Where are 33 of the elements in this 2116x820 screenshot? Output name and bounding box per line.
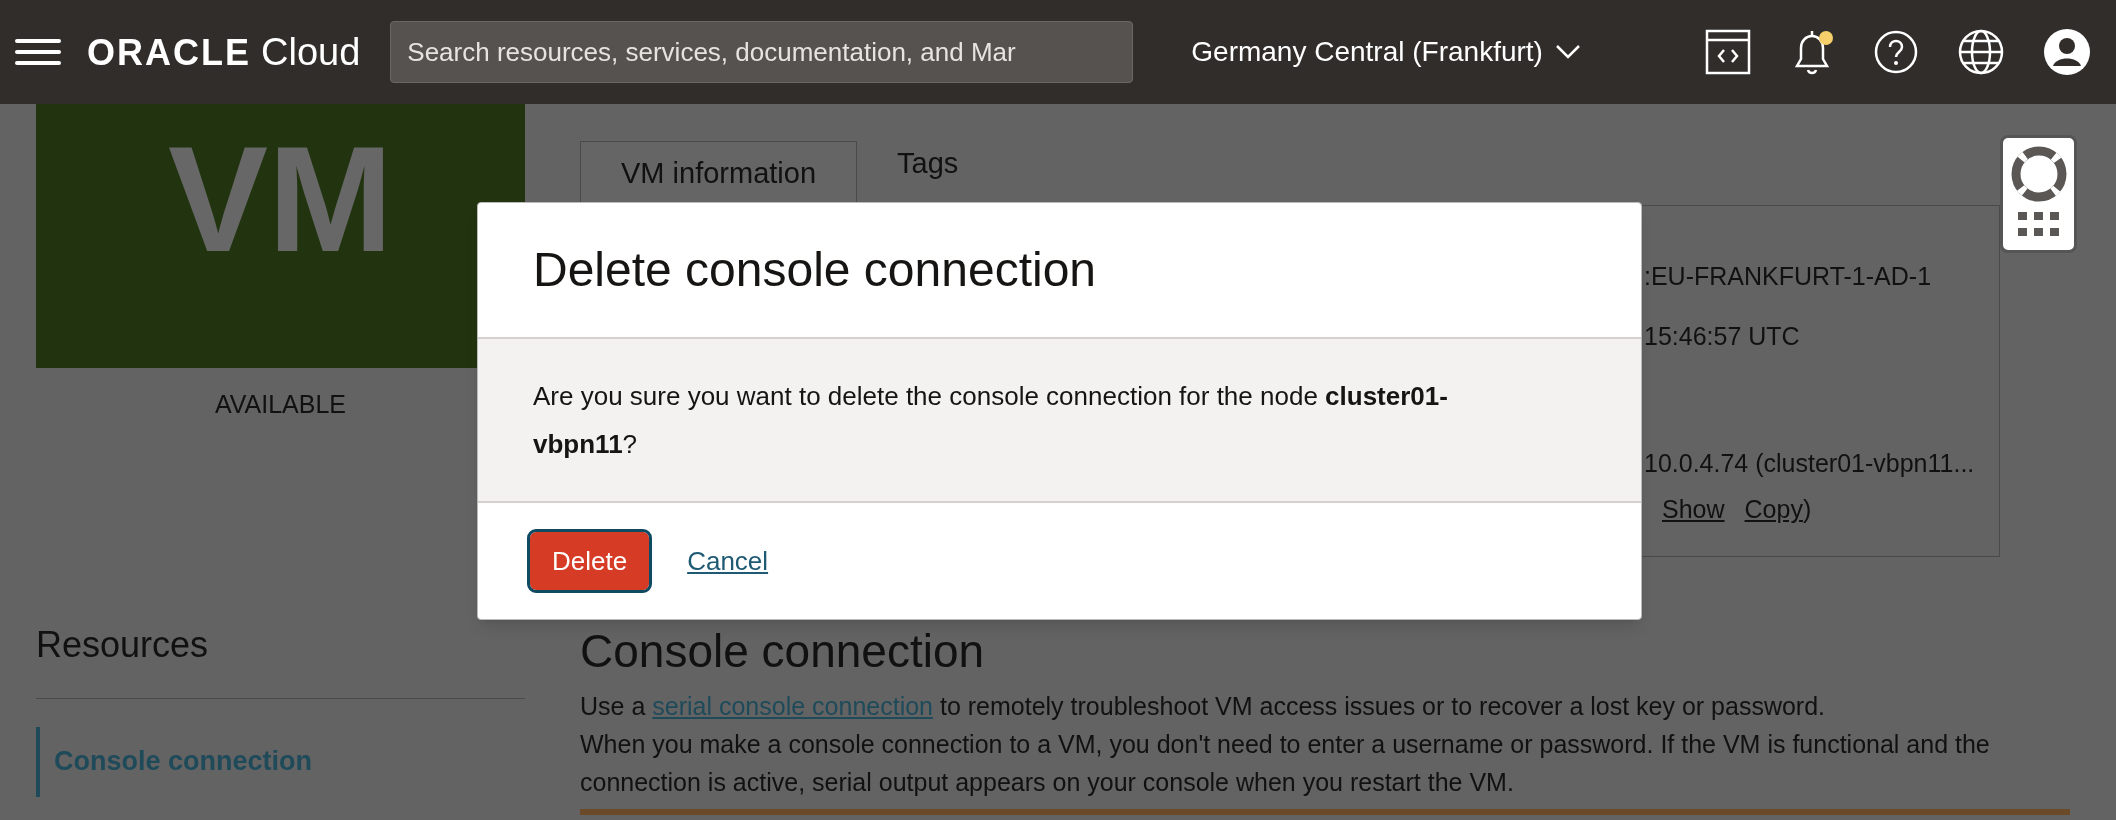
chevron-down-icon [1554, 44, 1581, 60]
globe-icon[interactable] [1957, 28, 2005, 76]
cancel-link[interactable]: Cancel [687, 541, 769, 581]
dialog-title: Delete console connection [533, 242, 1097, 298]
avatar-icon[interactable] [2043, 28, 2091, 76]
search-field[interactable]: Search resources, services, documentation, and Mar [390, 21, 1134, 83]
info-text: :EU-FRANKFURT-1-AD-1 [1644, 261, 1933, 292]
tile-label: VM [168, 124, 393, 274]
logo-brand: ORACLE [87, 30, 251, 75]
delete-button[interactable]: Delete [530, 532, 650, 590]
section-paragraph: When you make a console connection to a VM, you don't need to enter a username or password. If the VM is functional and the connection is active, serial output appears on your console when you restart the VM. [580, 728, 1991, 798]
dialog-message: Are you sure you want to delete the console connection for the node cluster01-vbpn11? [533, 380, 1449, 461]
tab[interactable]: VM information [580, 141, 857, 205]
logo-product: Cloud [261, 29, 361, 75]
help-icon[interactable] [1873, 29, 1919, 75]
region-selector[interactable]: Germany Central (Frankfurt) [1191, 31, 1581, 73]
lifebuoy-icon [2010, 146, 2067, 202]
status-label: AVAILABLE [214, 389, 347, 420]
info-link[interactable]: Copy [1744, 490, 1803, 528]
tab[interactable]: Tags [857, 141, 999, 205]
code-window-icon[interactable] [1705, 29, 1751, 75]
section-intro: Use a serial console connection to remotely troubleshoot VM access issues or to recover a lost key or password. [580, 690, 1827, 722]
resources-heading: Resources [36, 622, 210, 667]
info-text: 15:46:57 UTC [1644, 320, 1801, 352]
closing-parenthesis: ) [1802, 493, 1812, 525]
menu-icon[interactable] [15, 37, 61, 67]
info-text: 10.0.4.74 (cluster01-vbpn11... [1644, 448, 1976, 479]
info-link[interactable]: Show [1662, 490, 1725, 528]
serial-console-link[interactable]: serial console connection [652, 691, 933, 720]
section-heading: Console connection [580, 624, 986, 679]
resource-item[interactable]: Console connection [36, 726, 527, 797]
help-widget[interactable] [2000, 135, 2077, 253]
grid-icon [2017, 212, 2060, 236]
